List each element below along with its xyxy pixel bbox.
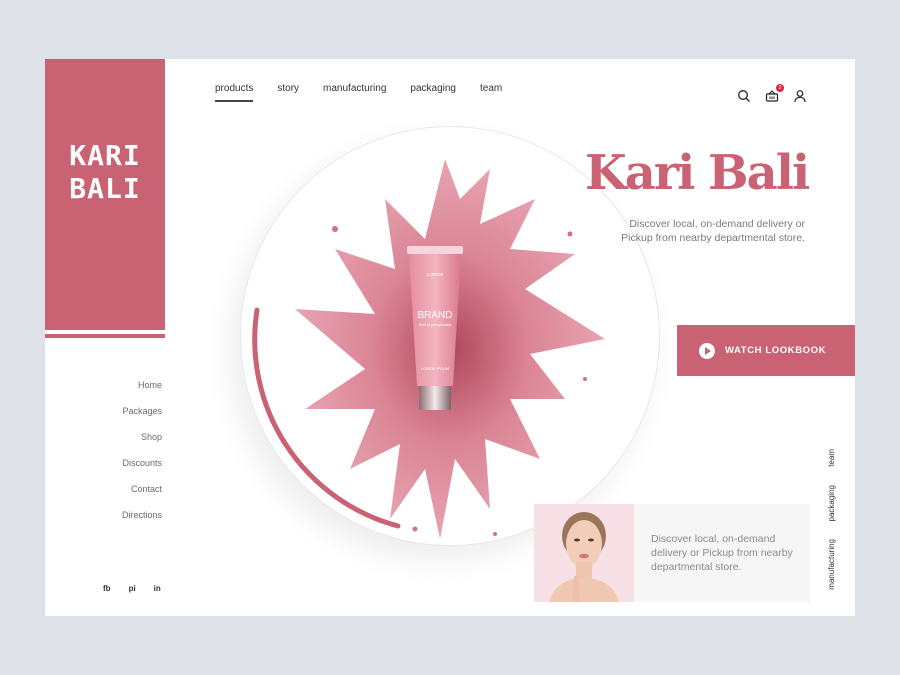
side-nav: Home Packages Shop Discounts Contact Dir…: [45, 379, 162, 535]
facebook-link[interactable]: fb: [103, 584, 111, 593]
search-button[interactable]: [737, 89, 751, 103]
side-nav-directions[interactable]: Directions: [45, 509, 162, 535]
top-nav: products story manufacturing packaging t…: [215, 83, 502, 102]
tab-manufacturing[interactable]: manufacturing: [323, 83, 386, 98]
cart-button[interactable]: 2: [765, 84, 784, 103]
brand-logo[interactable]: KARI BALI: [45, 139, 165, 205]
user-icon: [794, 90, 806, 103]
search-icon: [738, 90, 750, 102]
tab-packaging[interactable]: packaging: [410, 83, 456, 98]
product-bottom-label: LOREM IPSUM: [421, 366, 449, 371]
pinterest-link[interactable]: pi: [129, 584, 136, 593]
product-tube-image: LOREM BRAND Sed ut perspiciatis LOREM IP…: [407, 246, 463, 410]
landing-page: KARI BALI Home Packages Shop Discounts C…: [45, 59, 855, 616]
vertical-nav-manufacturing[interactable]: manufacturing: [827, 539, 836, 590]
hero-title: Kari Bali: [585, 145, 810, 201]
model-portrait-illustration: [534, 504, 634, 602]
side-nav-contact[interactable]: Contact: [45, 483, 162, 509]
hero-description: Discover local, on-demand delivery or Pi…: [621, 218, 805, 244]
vertical-nav-team[interactable]: team: [827, 449, 836, 467]
vertical-nav-packaging[interactable]: packaging: [827, 485, 836, 521]
tab-story[interactable]: story: [277, 83, 299, 98]
promo-card[interactable]: Discover local, on-demand delivery or Pi…: [534, 504, 810, 602]
side-nav-discounts[interactable]: Discounts: [45, 457, 162, 483]
watch-lookbook-label: WATCH LOOKBOOK: [725, 345, 827, 356]
product-top-label: LOREM: [427, 272, 443, 277]
tab-products[interactable]: products: [215, 83, 254, 102]
cart-count-badge: 2: [776, 84, 784, 92]
social-links: fb pi in: [103, 584, 161, 593]
brand-stripe: [45, 334, 165, 338]
promo-text: Discover local, on-demand delivery or Pi…: [651, 533, 793, 573]
brand-block: KARI BALI: [45, 59, 165, 330]
header-actions: 2: [737, 84, 807, 103]
product-tagline: Sed ut perspiciatis: [419, 322, 452, 327]
vertical-nav: team packaging manufacturing: [827, 449, 841, 608]
side-nav-shop[interactable]: Shop: [45, 431, 162, 457]
account-button[interactable]: [793, 89, 807, 103]
model-portrait-image: [534, 504, 634, 602]
side-nav-packages[interactable]: Packages: [45, 405, 162, 431]
watch-lookbook-button[interactable]: WATCH LOOKBOOK: [677, 325, 855, 376]
side-nav-home[interactable]: Home: [45, 379, 162, 405]
linkedin-link[interactable]: in: [154, 584, 161, 593]
product-brand: BRAND: [417, 310, 452, 321]
tab-team[interactable]: team: [480, 83, 502, 98]
play-icon: [699, 342, 715, 359]
